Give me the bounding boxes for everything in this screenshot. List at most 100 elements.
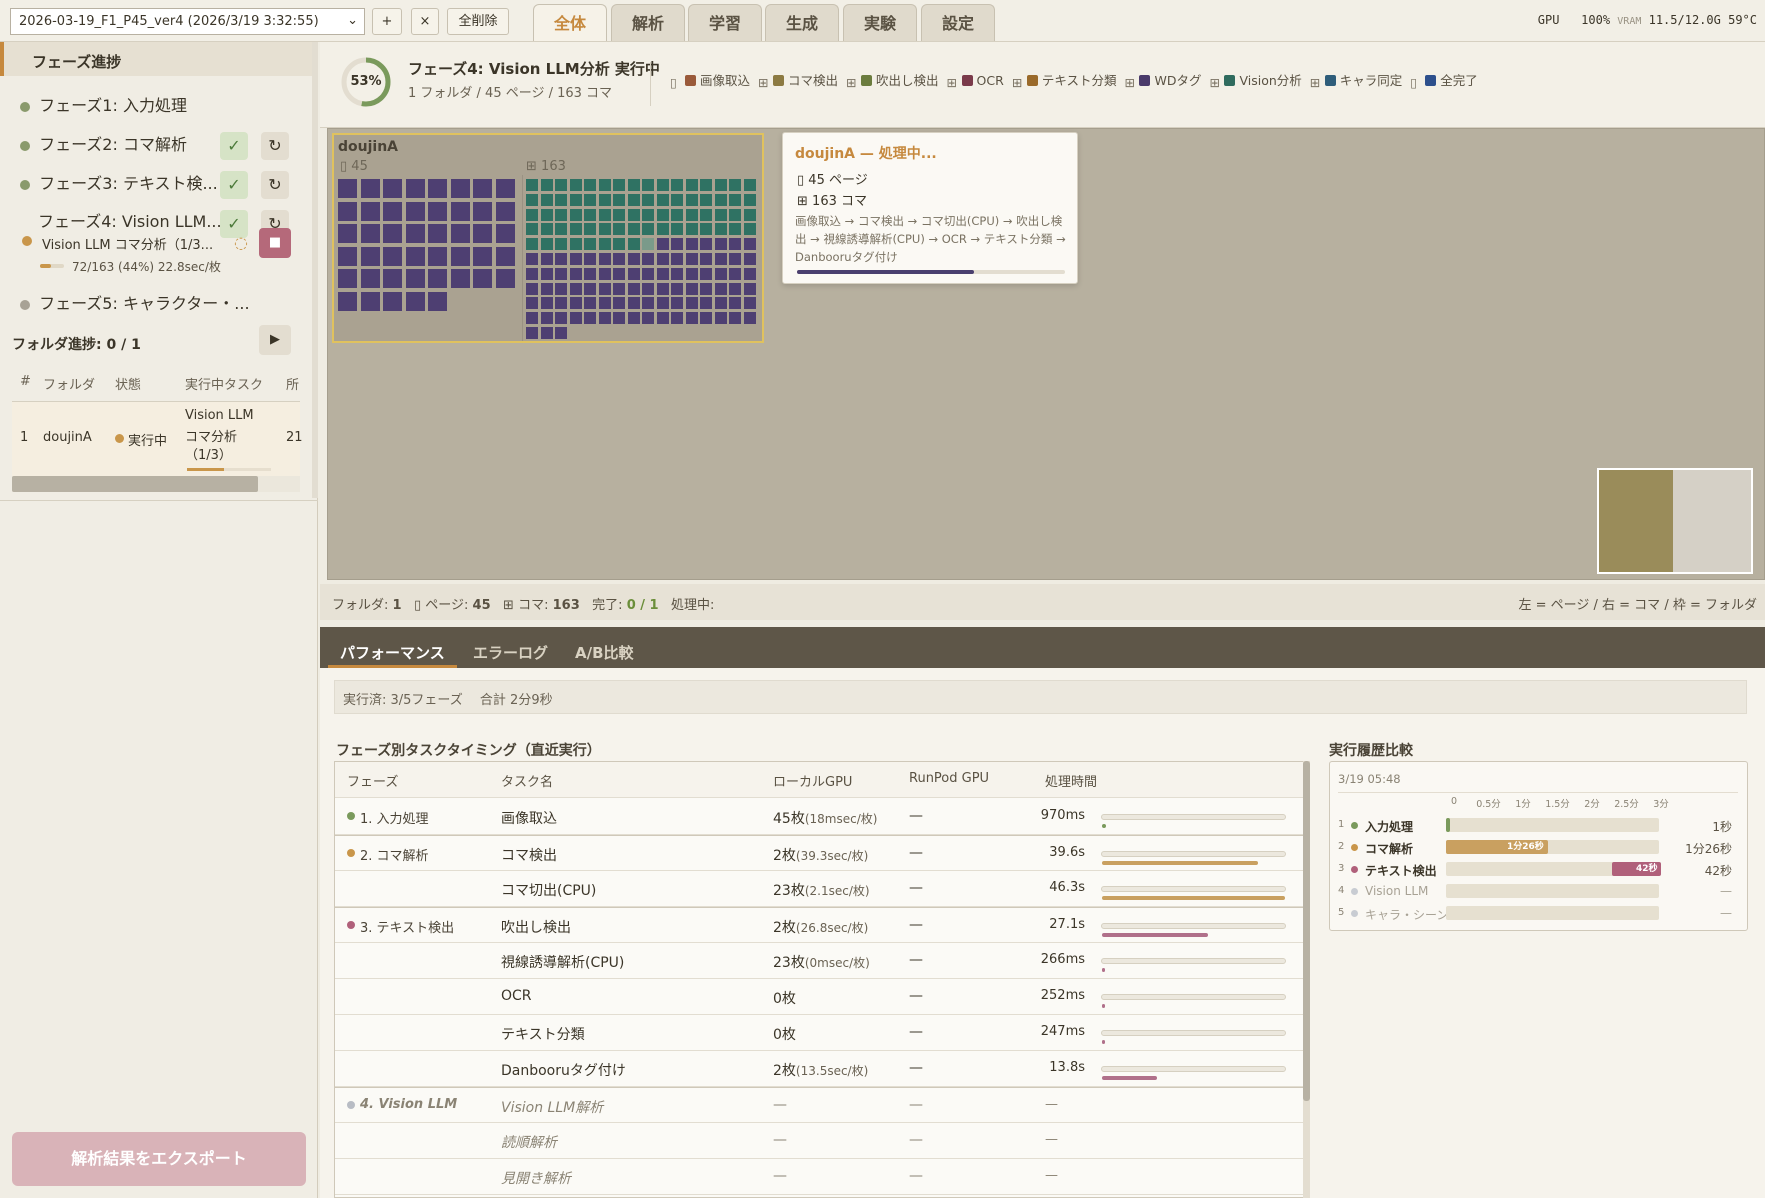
legend-label: 吹出し検出 [876,73,939,88]
page-cell [383,291,402,311]
history-dot [1351,822,1358,829]
clear-all-button[interactable]: 全削除 [447,8,509,35]
table-scrollbar-track[interactable] [12,476,300,492]
tab-error-log[interactable]: エラーログ [473,636,548,668]
koma-cell [627,238,640,251]
history-dot [1351,910,1358,917]
phase4-progress-fill [40,264,51,268]
koma-cell [555,312,567,325]
koma-cell [656,312,669,325]
page-cell [495,201,515,221]
koma-cell [540,193,553,206]
sidebar-scrollbar[interactable] [312,42,318,498]
koma-cell [700,312,712,325]
koma-cell [729,223,741,236]
legend-label: テキスト分類 [1041,73,1117,88]
koma-cell [598,253,611,265]
phase-status-dot [20,101,30,112]
tab-overview[interactable]: 全体 [533,4,607,41]
table-row: テキスト分類 0枚 — 247ms [335,1015,1308,1051]
koma-cell [700,282,712,295]
status-done-value: 0 / 1 [626,598,659,613]
koma-cell [569,238,582,251]
koma-cell [700,267,712,280]
time-value: 13.8s [1049,1060,1085,1075]
koma-cell [526,193,538,206]
koma-cell [569,179,582,191]
koma-cell [540,267,553,280]
koma-cell [642,297,654,310]
timing-scrollbar[interactable] [1303,761,1310,1198]
state-dot [115,434,124,443]
runpod-gpu: — [909,845,923,861]
koma-cell [671,179,683,191]
history-bar-fill: 42秒 [1611,862,1662,876]
time-value: 27.1s [1049,917,1085,932]
tab-analysis[interactable]: 解析 [611,4,685,41]
koma-cell [598,282,611,295]
page-cell [450,201,470,221]
minimap-viewport[interactable] [1599,470,1673,572]
koma-cell [584,179,596,191]
export-button[interactable]: 解析結果をエクスポート [12,1132,306,1186]
spinner-icon: ◌ [234,233,248,252]
time-value: 39.6s [1049,845,1085,860]
koma-cell [642,208,654,221]
legend-item: ⊞ コマ検出 [758,70,838,90]
stage-legend: ▯ 画像取込 ⊞ コマ検出 ⊞ 吹出し検出 ⊞ OCR ⊞ テキスト分類 ⊞ WDタグ ⊞ Vision分… [670,70,1486,90]
table-scrollbar-thumb[interactable] [12,476,258,492]
time-value: 247ms [1040,1024,1085,1039]
table-row: 4. Vision LLM Vision LLM解析 — — — [335,1087,1308,1123]
add-run-button[interactable]: + [372,8,402,35]
table-row[interactable]: 1 doujinA 実行中 Vision LLM コマ分析 （1/3） 21 [12,402,303,476]
koma-cell [540,208,553,221]
page-cell [405,291,425,311]
remove-run-button[interactable]: × [411,8,439,35]
run-select[interactable]: 2026-03-19_F1_P45_ver4 (2026/3/19 3:32:5… [10,8,365,35]
page-cell [450,179,470,198]
legend-swatch [1324,75,1336,86]
folder-card[interactable]: doujinA ▯ 45 ⊞ 163 [332,133,764,343]
sidebar: フェーズ進捗 フェーズ1: 入力処理 ✓ ↻ フェーズ2: コマ解析 ✓ ↻ フ… [0,42,318,1198]
koma-cell [729,282,741,295]
tab-performance[interactable]: パフォーマンス [328,636,457,668]
koma-cell [526,208,538,221]
legend-label: 画像取込 [700,73,751,88]
page-icon: ▯ [413,598,422,613]
koma-cell [627,223,640,236]
tab-experiment[interactable]: 実験 [843,4,917,41]
koma-cell [627,312,640,325]
tab-settings[interactable]: 設定 [921,4,995,41]
page-cell [473,179,492,198]
koma-cell [555,179,567,191]
phase4-stop-button[interactable]: ■ [259,228,291,258]
koma-cell [729,267,741,280]
koma-cell [685,282,698,295]
grid-icon: ⊞ [1309,75,1321,90]
page-cell [360,224,380,243]
tab-ab-compare[interactable]: A/B比較 [575,636,634,668]
gpu-label: GPU [1537,13,1560,27]
koma-cell [526,267,538,280]
tab-generation[interactable]: 生成 [765,4,839,41]
task-name: コマ検出 [501,848,557,864]
koma-cell [613,253,625,265]
status-folder-label: フォルダ: [332,598,389,613]
koma-cell [526,238,538,251]
koma-cell [642,312,654,325]
phase5-play-button[interactable]: ▶ [259,325,291,355]
koma-cell [613,282,625,295]
koma-cell [613,223,625,236]
grid-icon: ⊞ [758,75,769,90]
history-row-time: 42秒 [1704,864,1732,878]
history-tick: 2.5分 [1614,799,1639,810]
tab-training[interactable]: 学習 [688,4,762,41]
koma-cell [729,193,741,206]
koma-cell [671,223,683,236]
minimap[interactable] [1597,468,1753,574]
timing-scrollbar-thumb[interactable] [1303,761,1310,1101]
time-bar [1101,886,1286,900]
legend-swatch [773,75,785,86]
table-row: 2. コマ解析 コマ検出 2枚(39.3sec/枚) — 39.6s [335,835,1308,871]
legend-swatch [1425,75,1437,86]
